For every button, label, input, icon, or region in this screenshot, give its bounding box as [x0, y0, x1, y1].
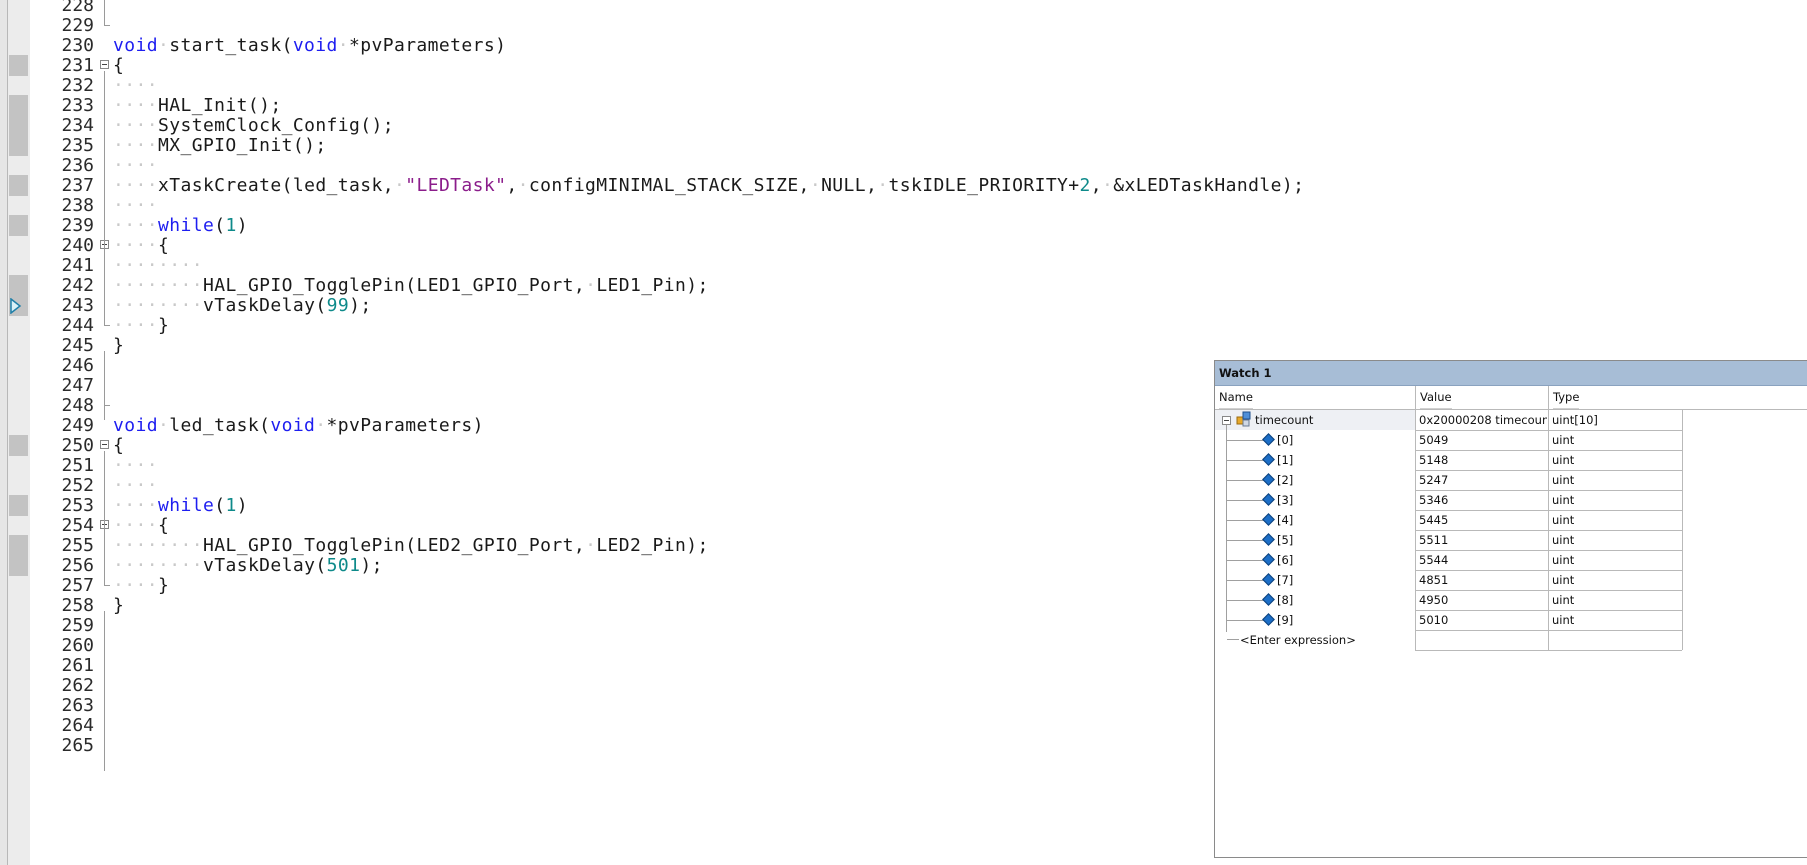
watch-item-name[interactable]: [7]: [1277, 570, 1407, 590]
watch-item-type[interactable]: uint: [1552, 610, 1680, 630]
watch-item-name[interactable]: [9]: [1277, 610, 1407, 630]
watch-item-name[interactable]: [3]: [1277, 490, 1407, 510]
watch-item-type[interactable]: uint: [1552, 590, 1680, 610]
tree-branch-line: [1227, 639, 1239, 640]
current-execution-arrow-icon: [10, 298, 22, 314]
element-variable-icon: [1262, 553, 1275, 566]
value-column-header[interactable]: Value: [1420, 386, 1452, 409]
watch-window-title: Watch 1: [1215, 361, 1807, 386]
watch-item-value[interactable]: 5247: [1419, 470, 1547, 490]
element-variable-icon: [1262, 513, 1275, 526]
executable-line-marker[interactable]: [9, 55, 28, 76]
watch-root-value[interactable]: 0x20000208 timecount: [1419, 410, 1547, 430]
watch-item-type[interactable]: uint: [1552, 430, 1680, 450]
executable-line-marker[interactable]: [9, 115, 28, 136]
watch-item-type[interactable]: uint: [1552, 570, 1680, 590]
watch-item-type[interactable]: uint: [1552, 550, 1680, 570]
fold-guide-line: [104, 351, 105, 420]
watch-item-type[interactable]: uint: [1552, 510, 1680, 530]
tree-branch-line: [1227, 580, 1265, 581]
tree-branch-line: [1227, 480, 1265, 481]
element-variable-icon: [1262, 453, 1275, 466]
grid-line: [1415, 410, 1416, 650]
tree-branch-line: [1227, 560, 1265, 561]
executable-line-marker[interactable]: [9, 555, 28, 576]
executable-line-marker[interactable]: [9, 495, 28, 516]
watch-item-name[interactable]: [5]: [1277, 530, 1407, 550]
fold-guide-line: [104, 611, 105, 771]
watch-item-name[interactable]: [2]: [1277, 470, 1407, 490]
executable-line-marker[interactable]: [9, 175, 28, 196]
header-divider[interactable]: [1548, 386, 1549, 409]
watch-root-name[interactable]: timecount: [1255, 410, 1413, 430]
tree-branch-line: [1227, 440, 1265, 441]
line-number: 265: [61, 735, 94, 756]
watch-root-type[interactable]: uint[10]: [1552, 410, 1680, 430]
tree-branch-line: [1227, 600, 1265, 601]
header-divider[interactable]: [1415, 386, 1416, 409]
element-variable-icon: [1262, 593, 1275, 606]
watch-item-value[interactable]: 5049: [1419, 430, 1547, 450]
executable-line-marker[interactable]: [9, 435, 28, 456]
tree-branch-line: [1227, 460, 1265, 461]
tree-branch-line: [1227, 500, 1265, 501]
element-variable-icon: [1262, 533, 1275, 546]
element-variable-icon: [1262, 473, 1275, 486]
enter-expression-field[interactable]: <Enter expression>: [1240, 630, 1415, 650]
executable-line-marker[interactable]: [9, 535, 28, 556]
tree-branch-line: [1227, 540, 1265, 541]
tree-branch-line: [1227, 520, 1265, 521]
watch-item-value[interactable]: 5148: [1419, 450, 1547, 470]
watch-item-type[interactable]: uint: [1552, 490, 1680, 510]
watch-item-value[interactable]: 5544: [1419, 550, 1547, 570]
collapse-toggle-icon[interactable]: [1222, 416, 1231, 425]
name-column-header[interactable]: Name: [1219, 386, 1253, 409]
fold-guide-end: [104, 25, 110, 26]
fold-collapse-icon[interactable]: [100, 440, 109, 449]
executable-line-marker[interactable]: [9, 135, 28, 156]
watch-item-type[interactable]: uint: [1552, 470, 1680, 490]
fold-guide-line: [104, 451, 105, 585]
watch-item-value[interactable]: 5445: [1419, 510, 1547, 530]
grid-line: [1548, 410, 1549, 650]
type-column-header[interactable]: Type: [1553, 386, 1580, 409]
watch-item-type[interactable]: uint: [1552, 530, 1680, 550]
watch-item-name[interactable]: [4]: [1277, 510, 1407, 530]
watch-item-type[interactable]: uint: [1552, 450, 1680, 470]
tree-branch-line: [1227, 620, 1265, 621]
watch-item-name[interactable]: [0]: [1277, 430, 1407, 450]
fold-guide-end: [104, 405, 110, 406]
fold-guide-line: [104, 71, 105, 325]
array-variable-icon: [1236, 411, 1251, 427]
element-variable-icon: [1262, 613, 1275, 626]
element-variable-icon: [1262, 433, 1275, 446]
watch-item-value[interactable]: 5010: [1419, 610, 1547, 630]
watch-item-name[interactable]: [8]: [1277, 590, 1407, 610]
watch-item-name[interactable]: [6]: [1277, 550, 1407, 570]
watch-item-value[interactable]: 4950: [1419, 590, 1547, 610]
grid-line: [1682, 410, 1683, 650]
fold-collapse-icon[interactable]: [100, 60, 109, 69]
fold-guide-end: [104, 585, 110, 586]
executable-line-marker[interactable]: [9, 215, 28, 236]
executable-line-marker[interactable]: [9, 275, 28, 296]
watch-window[interactable]: Watch 1 Name Value Type timecount 0x20000…: [1214, 360, 1807, 858]
executable-line-marker[interactable]: [9, 95, 28, 116]
watch-item-name[interactable]: [1]: [1277, 450, 1407, 470]
element-variable-icon: [1262, 573, 1275, 586]
watch-item-value[interactable]: 5511: [1419, 530, 1547, 550]
fold-guide-end: [104, 325, 110, 326]
fold-guide-line: [104, 0, 105, 25]
element-variable-icon: [1262, 493, 1275, 506]
watch-item-value[interactable]: 4851: [1419, 570, 1547, 590]
watch-item-value[interactable]: 5346: [1419, 490, 1547, 510]
grid-line: [1415, 650, 1682, 651]
